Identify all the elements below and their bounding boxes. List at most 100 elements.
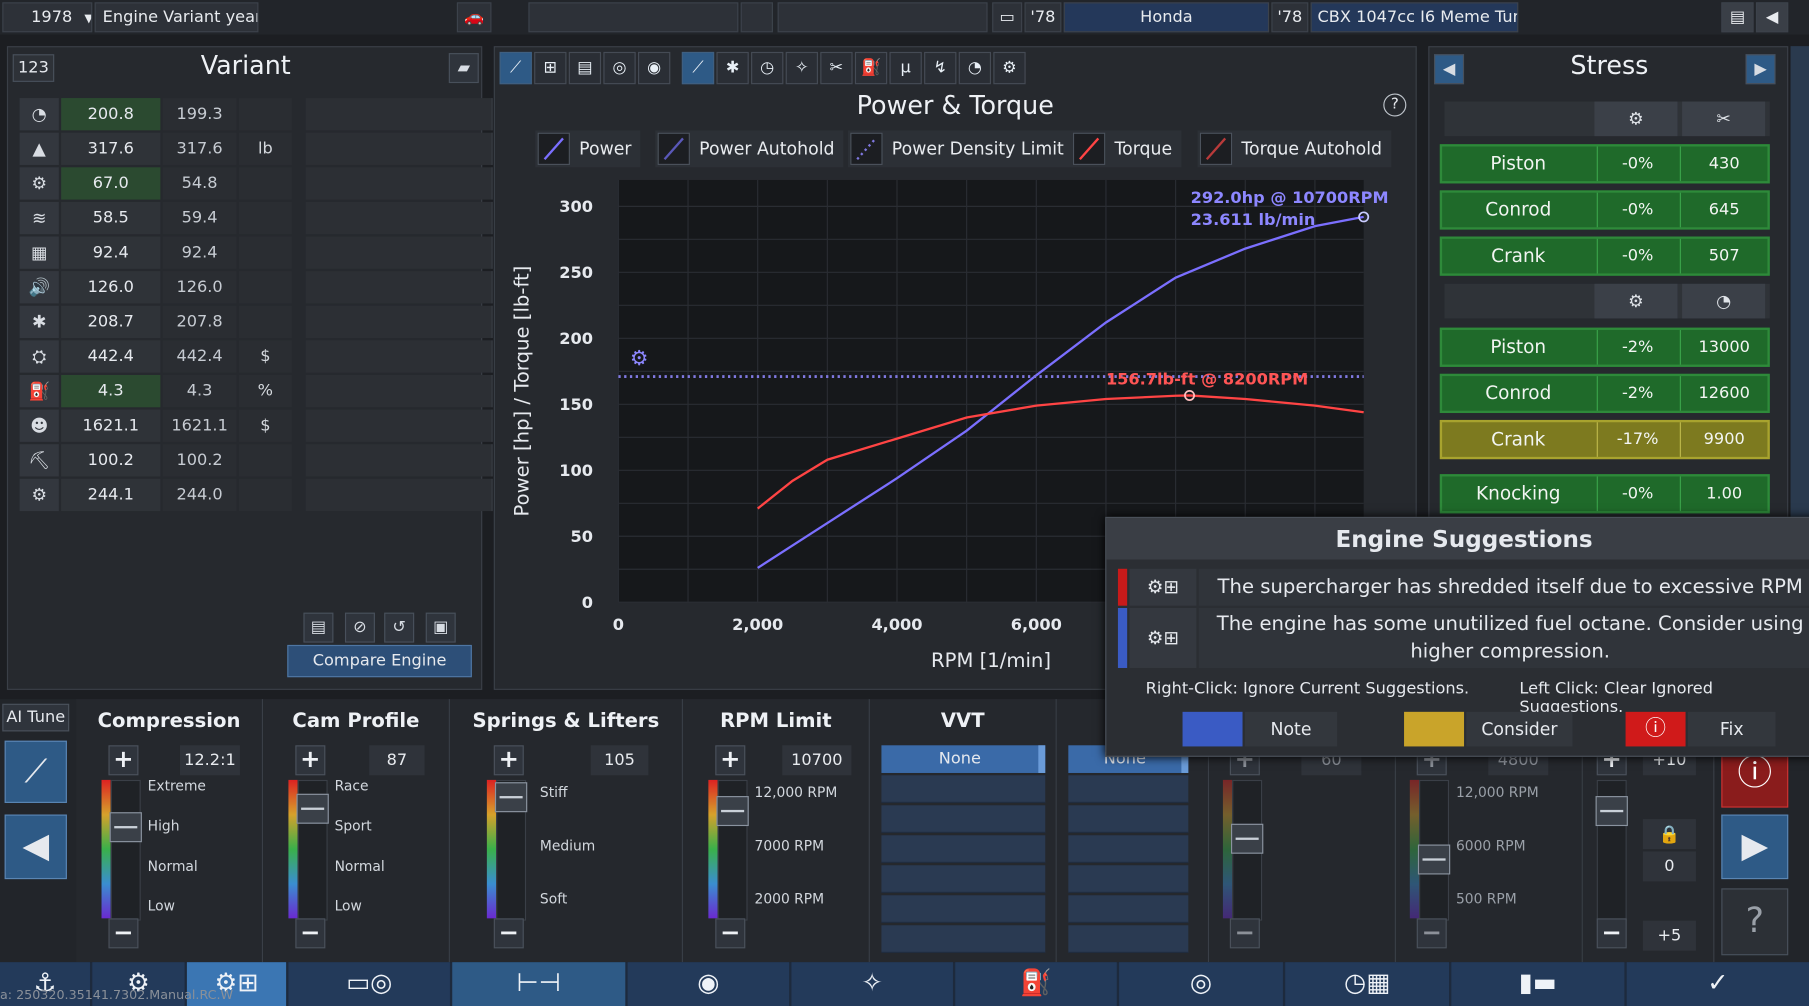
stat-compare-slot[interactable] bbox=[305, 132, 493, 165]
vvl-option[interactable] bbox=[1068, 925, 1189, 953]
next-page-arrow-icon[interactable]: ▶ bbox=[1721, 814, 1789, 880]
stat-compare-slot[interactable] bbox=[305, 98, 493, 131]
save-icon[interactable]: ▣ bbox=[425, 612, 456, 643]
stat-compare-slot[interactable] bbox=[305, 409, 493, 442]
layout-tab-icon[interactable]: ⊞ bbox=[534, 51, 567, 85]
stress-row-crank[interactable]: Crank -17% 9900 bbox=[1439, 419, 1770, 460]
intake-tab-icon[interactable]: ◎ bbox=[603, 51, 636, 85]
compression-slider-track[interactable] bbox=[110, 779, 141, 921]
col8-slider-handle[interactable] bbox=[1417, 844, 1451, 875]
tools-tab-icon[interactable]: ✂ bbox=[820, 51, 853, 85]
empty-slot-3[interactable] bbox=[777, 2, 988, 33]
legend-torque[interactable]: Torque bbox=[1070, 130, 1182, 168]
timer-tab-icon[interactable]: ◷ bbox=[751, 51, 784, 85]
stress-row-piston[interactable]: Piston -0% 430 bbox=[1439, 144, 1770, 184]
cam-plus-button[interactable]: + bbox=[295, 745, 326, 776]
rpm-limit-value[interactable]: 10700 bbox=[782, 745, 852, 776]
col7-minus-button[interactable]: − bbox=[1229, 918, 1260, 949]
car-icon[interactable]: 🚗 bbox=[456, 2, 492, 33]
vvl-option[interactable] bbox=[1068, 775, 1189, 803]
vvl-option[interactable] bbox=[1068, 805, 1189, 833]
note-swatch[interactable] bbox=[1182, 711, 1243, 747]
nav-exhaust-icon[interactable]: ◎ bbox=[1119, 962, 1283, 1006]
cam-value[interactable]: 87 bbox=[369, 745, 425, 776]
variant-stat-row[interactable]: ⚙ 244.1 244.0 bbox=[19, 478, 493, 512]
suggestion-text[interactable]: The supercharger has shredded itself due… bbox=[1198, 568, 1809, 606]
nav-bottom-end-icon[interactable]: ▭◎ bbox=[288, 962, 450, 1006]
variant-stat-row[interactable]: ☻ 1621.1 1621.1 $ bbox=[19, 409, 493, 442]
note-label[interactable]: Note bbox=[1244, 711, 1338, 747]
graph-tab-icon[interactable]: ⟋ bbox=[681, 51, 715, 85]
cam-slider-handle[interactable] bbox=[296, 793, 329, 824]
nav-fuel-icon[interactable]: ⛽ bbox=[955, 962, 1117, 1006]
cancel-icon[interactable]: ⊘ bbox=[344, 612, 375, 643]
empty-slot-1[interactable] bbox=[528, 2, 739, 33]
variant-stat-row[interactable]: ▦ 92.4 92.4 bbox=[19, 236, 493, 269]
col9-minus-button[interactable]: − bbox=[1596, 918, 1627, 949]
document-icon[interactable]: ▤ bbox=[303, 612, 334, 643]
variant-stat-row[interactable]: ▲ 317.6 317.6 lb bbox=[19, 132, 493, 165]
sensor-tab-icon[interactable]: ↯ bbox=[924, 51, 957, 85]
gauge-tab-icon[interactable]: ◔ bbox=[958, 51, 992, 85]
stat-compare-slot[interactable] bbox=[305, 201, 493, 235]
vvt-option[interactable] bbox=[881, 865, 1046, 893]
col9-slider-handle[interactable] bbox=[1595, 796, 1628, 827]
vvt-selected-option[interactable]: None bbox=[881, 745, 1046, 773]
col9-lock-value[interactable]: 0 bbox=[1642, 851, 1696, 882]
manufacturer-name[interactable]: Honda bbox=[1063, 2, 1270, 33]
stat-compare-slot[interactable] bbox=[305, 236, 493, 269]
springs-slider-handle[interactable] bbox=[494, 782, 528, 813]
springs-minus-button[interactable]: − bbox=[493, 918, 524, 949]
cooling-tab-icon[interactable]: ✱ bbox=[716, 51, 749, 85]
empty-slot-2[interactable] bbox=[740, 2, 773, 33]
rpm-plus-button[interactable]: + bbox=[715, 745, 746, 776]
fix-label[interactable]: Fix bbox=[1687, 711, 1776, 747]
nav-test-icon[interactable]: ◷▦ bbox=[1285, 962, 1450, 1006]
calculator-icon[interactable]: ▤ bbox=[1721, 2, 1754, 33]
stress-row-knocking[interactable]: Knocking -0% 1.00 bbox=[1439, 474, 1770, 514]
suggestion-text[interactable]: The engine has some unutilized fuel octa… bbox=[1198, 607, 1809, 668]
springs-value[interactable]: 105 bbox=[590, 745, 649, 776]
legend-torque-autohold[interactable]: Torque Autohold bbox=[1197, 130, 1392, 168]
nav-dyno-icon[interactable]: ▮▬ bbox=[1451, 962, 1625, 1006]
folder-icon[interactable]: ▰ bbox=[448, 53, 479, 84]
variant-stat-row[interactable]: 🔊 126.0 126.0 bbox=[19, 271, 493, 304]
vvl-option[interactable] bbox=[1068, 895, 1189, 923]
rpm-minus-button[interactable]: − bbox=[715, 918, 746, 949]
prev-page-arrow-icon[interactable]: ◀ bbox=[4, 814, 67, 880]
variant-stat-row[interactable]: ◔ 200.8 199.3 bbox=[19, 98, 493, 131]
stress-row-piston[interactable]: Piston -2% 13000 bbox=[1439, 327, 1770, 367]
col7-slider-handle[interactable] bbox=[1230, 823, 1264, 854]
nav-aspiration-icon[interactable]: ◉ bbox=[627, 962, 790, 1006]
legend-power-density-limit[interactable]: Power Density Limit bbox=[847, 130, 1074, 168]
col9-step[interactable]: +5 bbox=[1642, 920, 1696, 951]
vvt-option[interactable] bbox=[881, 835, 1046, 863]
variant-stat-row[interactable]: ⛏ 100.2 100.2 bbox=[19, 444, 493, 477]
nav-top-end-icon[interactable]: ⊢⊣ bbox=[452, 962, 626, 1006]
cam-minus-button[interactable]: − bbox=[295, 918, 326, 949]
stat-compare-slot[interactable] bbox=[305, 374, 493, 408]
consider-label[interactable]: Consider bbox=[1466, 711, 1573, 747]
variant-stat-row[interactable]: ✱ 208.7 207.8 bbox=[19, 305, 493, 339]
springs-plus-button[interactable]: + bbox=[493, 745, 524, 776]
stat-compare-slot[interactable] bbox=[305, 305, 493, 339]
variant-stat-row[interactable]: ⛽ 4.3 4.3% bbox=[19, 374, 493, 408]
compression-plus-button[interactable]: + bbox=[108, 745, 139, 776]
vvt-option[interactable] bbox=[881, 895, 1046, 923]
nav-fuel-system-icon[interactable]: ✧ bbox=[791, 962, 953, 1006]
compare-engine-button[interactable]: Compare Engine bbox=[287, 644, 472, 678]
graph-toggle-icon[interactable]: ⟋ bbox=[4, 740, 67, 803]
back-arrow-icon[interactable]: ◀ bbox=[1755, 2, 1789, 33]
vvl-option[interactable] bbox=[1068, 865, 1189, 893]
variant-stat-row[interactable]: ≋ 58.5 59.4 bbox=[19, 201, 493, 235]
stress-row-crank[interactable]: Crank -0% 507 bbox=[1439, 236, 1770, 276]
power-curve-tab-icon[interactable]: ⟋ bbox=[499, 51, 532, 85]
vvl-option[interactable] bbox=[1068, 835, 1189, 863]
engine-tab-icon[interactable]: ⚙ bbox=[993, 51, 1026, 85]
stat-compare-slot[interactable] bbox=[305, 167, 493, 200]
col8-minus-button[interactable]: − bbox=[1416, 918, 1447, 949]
consider-swatch[interactable] bbox=[1404, 711, 1465, 747]
stress-row-conrod[interactable]: Conrod -0% 645 bbox=[1439, 190, 1770, 230]
stat-compare-slot[interactable] bbox=[305, 444, 493, 477]
turbo-tab-icon[interactable]: ◉ bbox=[637, 51, 671, 85]
